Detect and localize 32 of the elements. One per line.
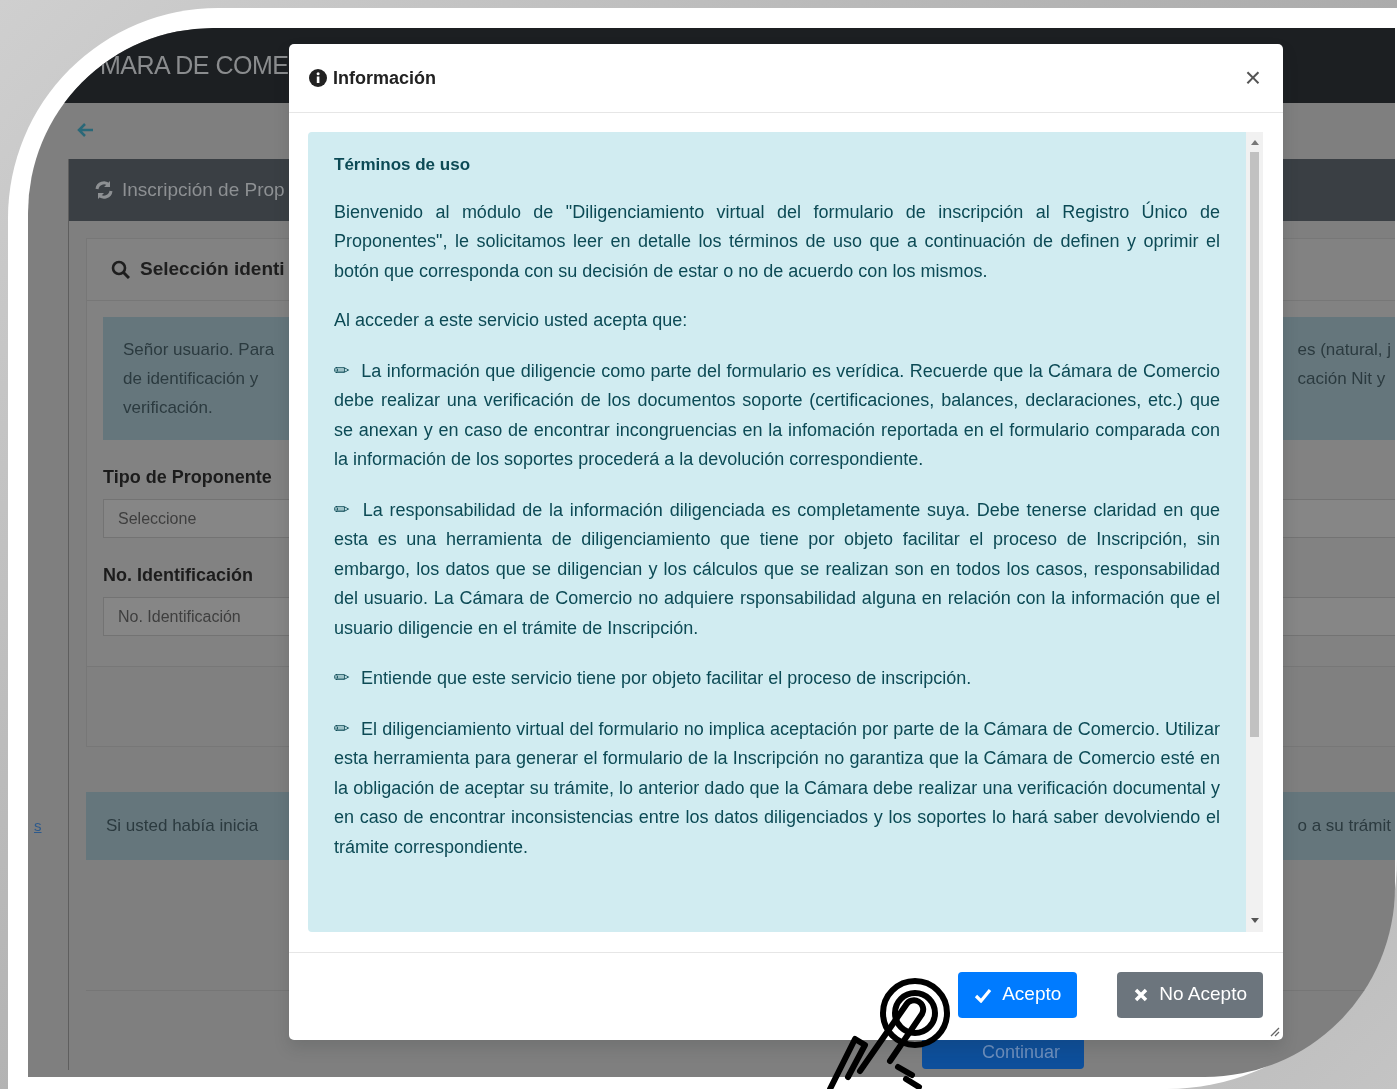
scroll-down-icon[interactable] [1249, 917, 1260, 924]
resume-text: Si usted había inicia [106, 815, 259, 838]
check-icon [974, 986, 993, 1003]
field-label: No. Identificación [103, 564, 253, 587]
resume-text: o a su trámit [1297, 815, 1391, 838]
intro-paragraph: Al acceder a este servicio usted acepta que: [334, 309, 689, 332]
accept-button[interactable]: Acepto [958, 971, 1078, 1018]
term-text: ✏ La responsabilidad de la información diligenciada es completamente suya. Debe tenerse claridad en que esta es una herramienta de diligenciamiento que tiene por objeto facilitar el proceso de Inscripción, sin embargo, los datos que se diligencian y los cálculos que se realizan son en todos los casos, responsabilidad del usuario. La Cámara de Comercio no adquiere rsponsabilidad alguna en relación con la información que el usuario diligencie en el trámite de Inscripción. [334, 496, 1220, 640]
x-icon [1133, 986, 1150, 1003]
field-label: Tipo de Proponente [103, 466, 272, 489]
card-title: Inscripción de Prop [122, 177, 285, 202]
terms-heading: Términos de uso [334, 154, 472, 176]
intro-paragraph: Bienvenido al módulo de "Diligenciamiento virtual del formulario de inscripción al Registro Único de Proponentes", le solicitamos leer en detalle los términos de uso que a continuación de definen y oprimir el botón que corresponda con su decisión de estar o no de acuerdo con los mismos. [334, 200, 1220, 283]
close-button[interactable]: × [1242, 64, 1263, 92]
term-text: ✏ La información que diligencie como parte del formulario es verídica. Recuerde que la Cámara de Comercio debe realizar una verificación de los documentos soporte (certificaciones, balances, declaraciones, etc.) que se anexan y en caso de encontrar incongruencias en la infomación reportada en el formulario comparada con la información de los soportes procederá a la devolución correspondiente. [334, 357, 1220, 471]
decline-button[interactable]: No Acepto [1117, 971, 1263, 1018]
notice-text: de identificación y [123, 368, 259, 390]
notice-text: cación Nit y [1297, 368, 1386, 390]
term-text: ✏ El diligenciamiento virtual del formulario no implica aceptación por parte de la Cámara de Comercio. Utilizar esta herramienta para generar el formulario de la Inscripción no garantiza que la Cámara de Comercio esté en la obligación de aceptar su trámite, lo anterior dado que la Cámara debe realizar una verificación documental y en caso de encontrar inconsistencias entre los datos diligenciados y los soportes lo hará saber devolviendo el trámite correspondiente. [334, 715, 1220, 859]
notice-text: es (natural, j [1297, 339, 1391, 361]
resize-grip-icon[interactable] [1270, 1027, 1280, 1037]
term-text: ✏ Entiende que este servicio tiene por objeto facilitar el proceso de inscripción. [334, 665, 973, 690]
section-title: Selección identi [140, 257, 285, 282]
modal-title: Información [333, 66, 436, 90]
search-icon [111, 260, 130, 279]
refresh-icon [94, 180, 114, 200]
info-icon [309, 69, 327, 87]
notice-text: Señor usuario. Para [123, 339, 275, 361]
scroll-up-icon[interactable] [1249, 139, 1260, 146]
notice-text: verificación. [123, 397, 213, 419]
scrollbar[interactable] [1246, 132, 1263, 932]
scroll-thumb[interactable] [1250, 152, 1259, 737]
